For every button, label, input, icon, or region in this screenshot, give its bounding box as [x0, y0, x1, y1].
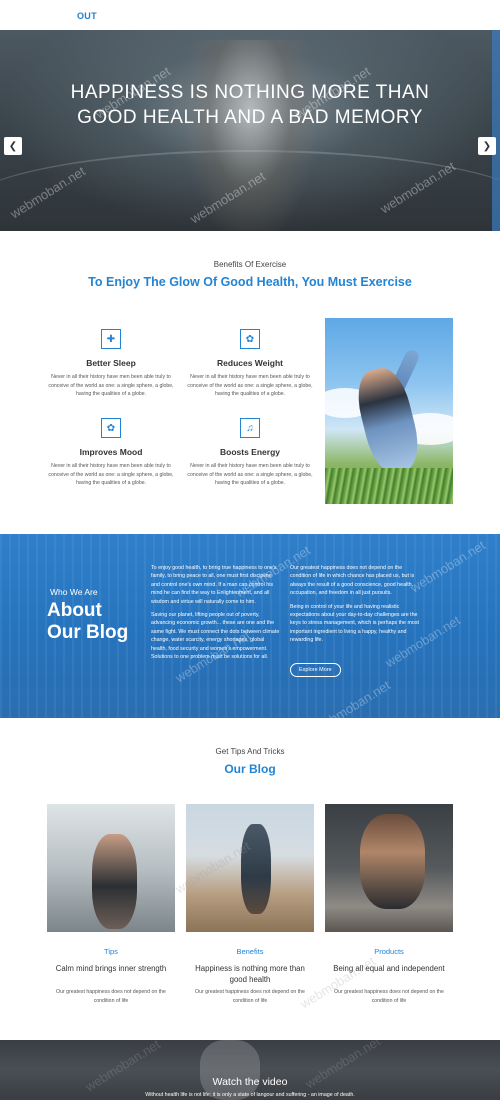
blog-subtitle: Get Tips And Tricks [215, 747, 285, 756]
feature-desc: Never in all their history have men been… [48, 374, 174, 397]
about-label: Who We Are [50, 587, 98, 597]
about-column-left: To enjoy good health, to bring true happ… [151, 564, 281, 666]
blog-card-title[interactable]: Being all equal and independent [325, 963, 453, 974]
chevron-left-icon: ❮ [8, 140, 18, 152]
about-section: webmoban.net webmoban.net webmoban.net w… [0, 534, 500, 735]
person-shape [351, 363, 425, 478]
grass-shape [325, 468, 453, 504]
about-paragraph: To enjoy good health, to bring true happ… [151, 565, 277, 605]
about-column-right: Our greatest happiness does not depend o… [290, 564, 420, 650]
woman-stretching-shape [92, 834, 137, 929]
about-title: About Our Blog [47, 600, 129, 643]
blog-card-category[interactable]: Products [325, 947, 453, 956]
benefits-subtitle: Benefits Of Exercise [213, 260, 287, 269]
about-paragraph: Our greatest happiness does not depend o… [290, 565, 415, 597]
blog-card-image-products[interactable] [325, 804, 453, 932]
blog-card-category[interactable]: Tips [47, 947, 175, 956]
plus-icon: ✚ [101, 329, 121, 349]
video-desc: Without health life is not life; it is o… [145, 1092, 355, 1098]
slider-next-button[interactable]: ❯ [478, 137, 496, 155]
yoga-pose-image [325, 318, 453, 504]
feature-better-sleep: ✚ Better Sleep Never in all their histor… [46, 329, 176, 399]
hero-runner-image [185, 40, 315, 231]
feature-boosts-energy: ♫ Boosts Energy Never in all their histo… [185, 418, 315, 488]
leaf-icon: ✿ [101, 418, 121, 438]
feature-title: Better Sleep [86, 358, 136, 368]
athlete-legs-shape [360, 814, 425, 909]
blog-card-title[interactable]: Calm mind brings inner strength [47, 963, 175, 974]
watermark: webmoban.net [312, 677, 393, 736]
blog-card-desc: Our greatest happiness does not depend o… [56, 989, 166, 1004]
feature-improves-mood: ✿ Improves Mood Never in all their histo… [46, 418, 176, 488]
runner-shoe-image [200, 1040, 260, 1100]
slider-prev-button[interactable]: ❮ [4, 137, 22, 155]
blog-card-image-benefits[interactable] [186, 804, 314, 932]
hero-slider: webmoban.net webmoban.net webmoban.net w… [0, 30, 500, 231]
benefits-title: To Enjoy The Glow Of Good Health, You Mu… [88, 275, 412, 289]
explore-more-button[interactable]: Explore More [290, 663, 341, 677]
hero-side-stripe [492, 30, 500, 231]
about-paragraph: Being in control of your life and having… [290, 603, 419, 644]
hero-headline: HAPPINESS IS NOTHING MORE THAN GOOD HEAL… [70, 82, 430, 128]
video-section: webmoban.net webmoban.net Watch the vide… [0, 1040, 500, 1100]
feature-title: Boosts Energy [220, 447, 280, 457]
feature-desc: Never in all their history have men been… [187, 374, 313, 397]
blog-card-desc: Our greatest happiness does not depend o… [195, 989, 305, 1004]
feature-desc: Never in all their history have men been… [187, 463, 313, 486]
leaf-icon: ✿ [240, 329, 260, 349]
blog-card-image-tips[interactable] [47, 804, 175, 932]
man-walking-shape [241, 824, 271, 914]
feature-title: Improves Mood [79, 447, 143, 457]
blog-card-desc: Our greatest happiness does not depend o… [334, 989, 444, 1004]
blog-card-category[interactable]: Benefits [186, 947, 314, 956]
chevron-right-icon: ❯ [482, 140, 492, 152]
video-title: Watch the video [212, 1076, 288, 1088]
about-paragraph: Saving our planet, lifting people out of… [151, 612, 280, 661]
feature-title: Reduces Weight [217, 358, 283, 368]
top-header: OUT [0, 0, 500, 30]
feature-desc: Never in all their history have men been… [48, 463, 174, 486]
feature-reduces-weight: ✿ Reduces Weight Never in all their hist… [185, 329, 315, 399]
nav-link-about[interactable]: OUT [77, 11, 97, 21]
blog-card-title[interactable]: Happiness is nothing more than good heal… [186, 963, 314, 985]
bell-icon: ♫ [240, 418, 260, 438]
blog-title: Our Blog [224, 762, 276, 776]
